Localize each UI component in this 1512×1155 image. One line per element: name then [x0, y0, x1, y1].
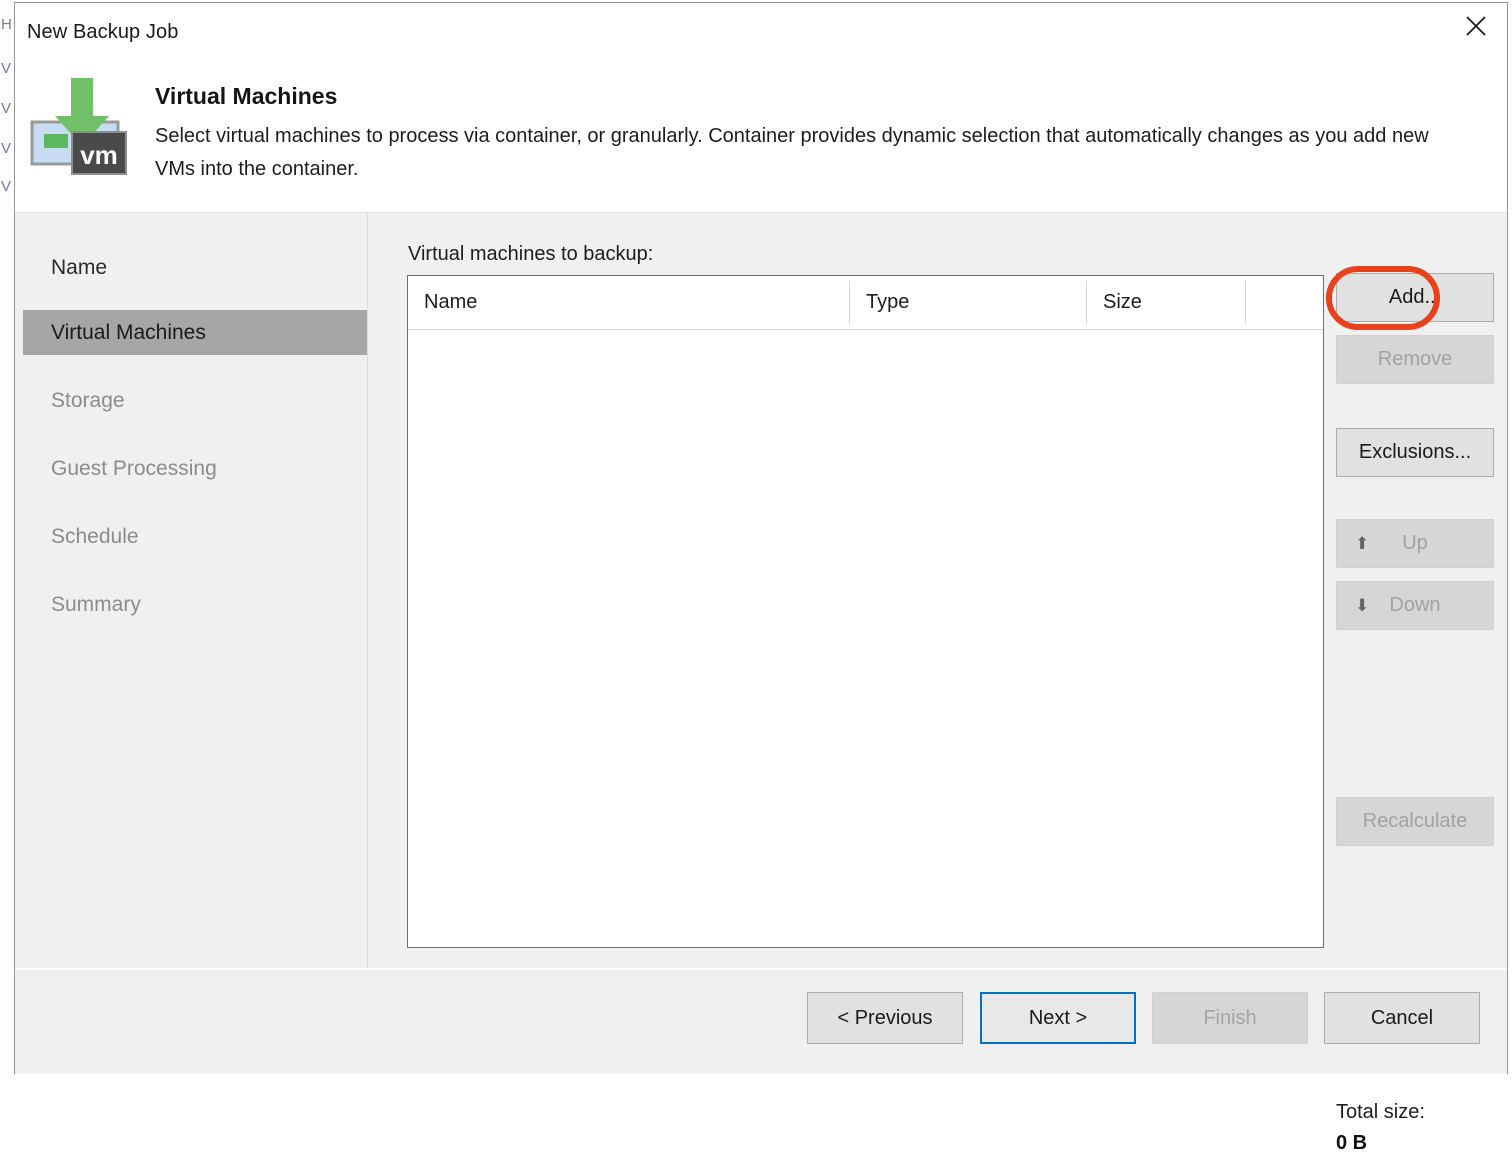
background-text-2: V — [1, 60, 12, 77]
column-header-size[interactable]: Size — [1087, 276, 1245, 329]
background-text-3: V — [1, 100, 12, 117]
remove-button-label: Remove — [1377, 348, 1453, 370]
sidebar-item-schedule[interactable]: Schedule — [23, 514, 367, 559]
dialog-title: New Backup Job — [27, 21, 179, 43]
recalculate-button-label: Recalculate — [1362, 810, 1468, 832]
sidebar-item-virtual-machines[interactable]: Virtual Machines — [23, 310, 367, 355]
cancel-button[interactable]: Cancel — [1324, 992, 1480, 1044]
sidebar-item-storage[interactable]: Storage — [23, 378, 367, 423]
arrow-up-icon: ⬆ — [1355, 533, 1370, 553]
column-header-name[interactable]: Name — [408, 276, 849, 329]
close-icon[interactable] — [1445, 3, 1507, 49]
background-text-5: V — [1, 178, 12, 195]
sidebar-item-label: Name — [51, 255, 108, 279]
move-down-button-label: Down — [1389, 594, 1441, 616]
background-window-sliver: H V V V V — [0, 0, 14, 1078]
vm-table: Name Type Size — [407, 275, 1324, 948]
exclusions-button[interactable]: Exclusions... — [1336, 428, 1494, 477]
svg-text:vm: vm — [80, 140, 118, 170]
sidebar-item-guest-processing[interactable]: Guest Processing — [23, 446, 367, 491]
next-button-label: Next > — [1028, 1006, 1088, 1029]
arrow-down-icon: ⬇ — [1355, 595, 1370, 615]
move-up-button[interactable]: ⬆ Up — [1336, 519, 1494, 568]
finish-button-label: Finish — [1203, 1006, 1257, 1029]
previous-button-label: < Previous — [837, 1006, 933, 1029]
sidebar-item-label: Virtual Machines — [51, 320, 206, 344]
cancel-button-label: Cancel — [1370, 1006, 1434, 1029]
sidebar-item-summary[interactable]: Summary — [23, 582, 367, 627]
column-header-extra[interactable] — [1246, 276, 1323, 329]
vm-table-header-row: Name Type Size — [408, 276, 1323, 330]
background-text-4: V — [1, 140, 12, 157]
total-size-value: 0 B — [1336, 1132, 1368, 1154]
wizard-steps-sidebar: Name Virtual Machines Storage Guest Proc… — [15, 213, 367, 968]
sidebar-item-label: Storage — [51, 388, 125, 412]
header-title: Virtual Machines — [155, 83, 338, 109]
add-button-label: Add... — [1388, 286, 1442, 308]
add-button[interactable]: Add... — [1336, 273, 1494, 322]
finish-button[interactable]: Finish — [1152, 992, 1308, 1044]
background-text-1: H — [1, 16, 12, 33]
next-button[interactable]: Next > — [980, 992, 1136, 1044]
remove-button[interactable]: Remove — [1336, 335, 1494, 384]
exclusions-button-label: Exclusions... — [1358, 441, 1472, 463]
header-description: Select virtual machines to process via c… — [155, 125, 1429, 180]
sidebar-item-label: Schedule — [51, 524, 139, 548]
recalculate-button[interactable]: Recalculate — [1336, 797, 1494, 846]
dialog-footer: < Previous Next > Finish Cancel — [15, 969, 1507, 1074]
vm-list-label: Virtual machines to backup: — [408, 243, 654, 265]
move-down-button[interactable]: ⬇ Down — [1336, 581, 1494, 630]
dialog-header: vm Virtual Machines Select virtual machi… — [15, 66, 1507, 212]
sidebar-item-label: Summary — [51, 592, 141, 616]
previous-button[interactable]: < Previous — [807, 992, 963, 1044]
vm-table-body[interactable] — [408, 330, 1323, 947]
vm-backup-icon: vm — [24, 68, 136, 180]
dialog-body: Name Virtual Machines Storage Guest Proc… — [15, 213, 1507, 1154]
sidebar-item-name[interactable]: Name — [23, 245, 367, 290]
move-up-button-label: Up — [1402, 532, 1428, 554]
sidebar-item-label: Guest Processing — [51, 456, 217, 480]
main-pane: Virtual machines to backup: Name Type Si… — [368, 213, 1507, 1154]
new-backup-job-dialog: New Backup Job vm Virtual Machines Selec… — [14, 2, 1508, 1154]
column-header-type[interactable]: Type — [850, 276, 1086, 329]
dialog-titlebar: New Backup Job — [15, 3, 1507, 66]
total-size-label: Total size: — [1336, 1101, 1425, 1123]
